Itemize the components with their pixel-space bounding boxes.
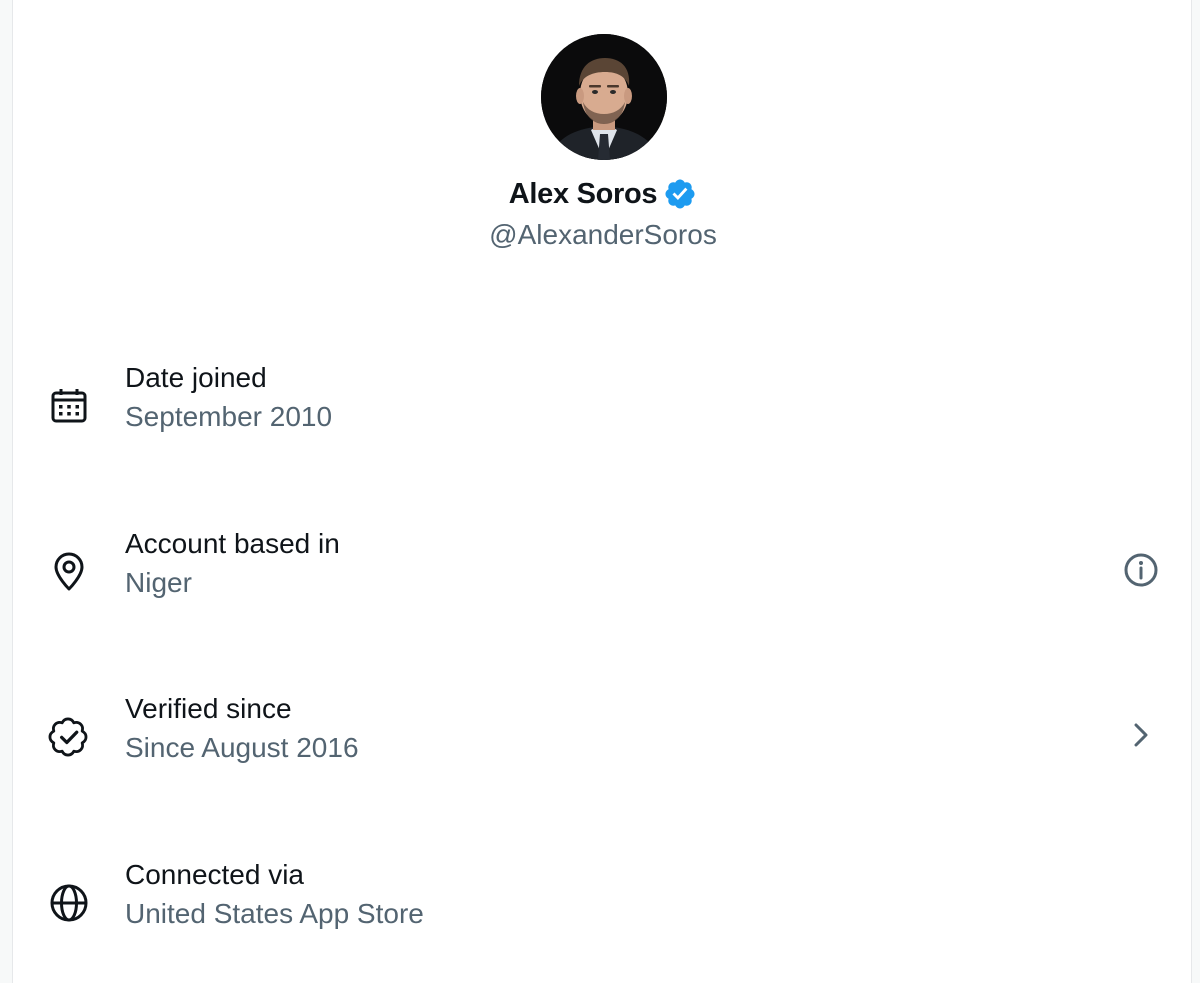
- detail-label: Date joined: [125, 362, 267, 393]
- detail-row-connected-via: Connected via United States App Store: [13, 859, 1193, 969]
- detail-label: Connected via: [125, 859, 305, 890]
- profile-handle: @AlexanderSoros: [489, 219, 717, 250]
- profile-name-row: Alex Soros: [13, 174, 1193, 214]
- detail-row-date-joined: Date joined September 2010: [13, 362, 1193, 472]
- globe-icon: [47, 881, 91, 925]
- detail-row-account-based-in: Account based in Niger: [13, 528, 1193, 638]
- calendar-icon: [47, 384, 91, 428]
- display-name: Alex Soros: [508, 177, 658, 210]
- avatar[interactable]: [541, 34, 667, 160]
- detail-label: Account based in: [125, 528, 340, 559]
- detail-value: Niger: [125, 567, 192, 598]
- verified-check-icon: [663, 177, 697, 211]
- about-account-panel: Alex Soros @AlexanderSoros Date joined S…: [12, 0, 1192, 983]
- verified-badge-outline-icon: [47, 715, 91, 759]
- detail-value: September 2010: [125, 401, 333, 432]
- chevron-right-icon[interactable]: [1121, 715, 1161, 755]
- detail-value: Since August 2016: [125, 732, 359, 763]
- location-pin-icon: [47, 550, 91, 594]
- info-icon[interactable]: [1121, 550, 1161, 590]
- detail-row-verified-since[interactable]: Verified since Since August 2016: [13, 693, 1193, 803]
- detail-value: United States App Store: [125, 898, 424, 929]
- detail-label: Verified since: [125, 693, 292, 724]
- avatar-portrait: [541, 34, 667, 160]
